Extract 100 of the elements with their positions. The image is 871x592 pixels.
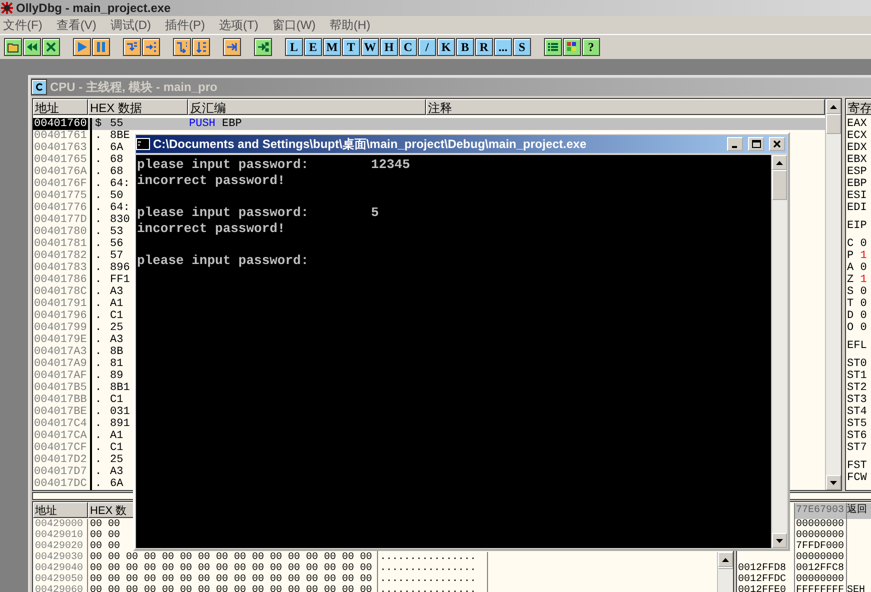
close-button[interactable] [769, 137, 785, 151]
column-header[interactable]: 反汇编 [188, 99, 426, 115]
minimize-button[interactable] [727, 137, 743, 151]
address-cell[interactable]: 004017CA [33, 430, 88, 442]
scrollbar-thumb[interactable] [826, 114, 841, 134]
address-cell[interactable]: 004017CF [33, 442, 88, 454]
toolbar-button[interactable]: C [399, 38, 417, 56]
address-cell[interactable]: 00401786 [33, 274, 88, 286]
address-cell[interactable]: 0040178C [33, 286, 88, 298]
address-cell[interactable]: 004017C4 [33, 418, 88, 430]
menu-item[interactable]: 文件(F) [3, 16, 48, 34]
scrollbar-thumb[interactable] [718, 567, 733, 569]
column-header[interactable]: 地址 [33, 99, 88, 115]
scrollbar-thumb[interactable] [772, 170, 787, 200]
column-header[interactable]: HEX 数 [88, 502, 134, 518]
menu-item[interactable]: 插件(P) [165, 16, 211, 34]
address-cell[interactable]: 004017AF [33, 370, 88, 382]
toolbar-button[interactable]: W [361, 38, 379, 56]
toolbar-button[interactable] [42, 38, 60, 56]
toolbar-button[interactable]: L [285, 38, 303, 56]
toolbar-button[interactable]: K [437, 38, 455, 56]
address-cell[interactable]: 0040176F [33, 178, 88, 190]
hex-text: 830 [110, 214, 130, 226]
toolbar-button[interactable] [4, 38, 22, 56]
toolbar-button[interactable] [563, 38, 581, 56]
hex-text: 25 [110, 322, 124, 334]
toolbar-button[interactable] [544, 38, 562, 56]
address-cell[interactable]: 004017A3 [33, 346, 88, 358]
address-cell[interactable]: 0040177D [33, 214, 88, 226]
address-cell[interactable]: 00401780 [33, 226, 88, 238]
trace-icon [195, 41, 207, 53]
maximize-button[interactable] [748, 137, 764, 151]
address-cell[interactable]: 004017D7 [33, 466, 88, 478]
menu-item[interactable]: 查看(V) [56, 16, 102, 34]
address-cell[interactable]: 00401782 [33, 250, 88, 262]
toolbar-button[interactable]: M [323, 38, 341, 56]
scrollbar[interactable] [771, 155, 787, 548]
address-cell[interactable]: 00401781 [33, 238, 88, 250]
address-cell[interactable]: 00401763 [33, 142, 88, 154]
toolbar-button[interactable] [223, 38, 241, 56]
comment-cell: 返回 [847, 505, 867, 516]
toolbar-button[interactable] [73, 38, 91, 56]
address-cell[interactable]: 00401761 [33, 130, 88, 142]
address-cell[interactable]: 00401776 [33, 202, 88, 214]
address-cell[interactable]: 00401783 [33, 262, 88, 274]
toolbar-button[interactable]: T [342, 38, 360, 56]
ascii-cell: ................ [378, 563, 488, 574]
toolbar-button[interactable] [92, 38, 110, 56]
menu-item[interactable]: 窗口(W) [272, 16, 322, 34]
toolbar-button[interactable]: E [304, 38, 322, 56]
marker-text: . [90, 418, 110, 430]
ascii-cell: ................ [378, 585, 488, 592]
toolbar-button[interactable]: ... [494, 38, 512, 56]
window-title: OllyDbg - main_project.exe [16, 1, 171, 15]
address-cell[interactable]: 00401775 [33, 190, 88, 202]
address-cell[interactable]: 004017D2 [33, 454, 88, 466]
menu-item[interactable]: 帮助(H) [330, 16, 376, 34]
address-cell[interactable]: 004017B5 [33, 382, 88, 394]
console-text: please input password: [137, 253, 310, 269]
console-text: please input password: [137, 157, 310, 173]
toolbar-button[interactable] [192, 38, 210, 56]
toolbar-button[interactable]: / [418, 38, 436, 56]
menu-item[interactable]: 选项(T) [219, 16, 264, 34]
marker-text: . [90, 226, 110, 238]
toolbar-button[interactable]: R [475, 38, 493, 56]
address-cell[interactable]: 00401765 [33, 154, 88, 166]
ascii-cell: ................ [378, 552, 488, 563]
column-header[interactable]: HEX 数据 [88, 99, 188, 115]
toolbar-button[interactable]: S [513, 38, 531, 56]
toolbar-button[interactable]: H [380, 38, 398, 56]
toolbar-button[interactable] [123, 38, 141, 56]
toolbar-button[interactable] [142, 38, 160, 56]
address-cell[interactable]: 004017BE [33, 406, 88, 418]
address-cell[interactable]: 00401791 [33, 298, 88, 310]
column-header[interactable]: 地址 [33, 502, 88, 518]
cpu-icon [31, 79, 47, 95]
typed-text: 5 [371, 205, 379, 220]
address-cell[interactable]: 00401760 [33, 118, 88, 130]
column-header[interactable]: 注释 [426, 99, 825, 115]
address-cell[interactable]: 004017A9 [33, 358, 88, 370]
address-cell[interactable]: 0040176A [33, 166, 88, 178]
value-cell: 7FFDF000 [795, 541, 847, 552]
toolbar-button[interactable]: ? [582, 38, 600, 56]
maximize-icon [752, 140, 760, 148]
address-cell[interactable]: 00401796 [33, 310, 88, 322]
address-cell[interactable]: 00401799 [33, 322, 88, 334]
toolbar-button[interactable] [173, 38, 191, 56]
hex-text: A3 [110, 466, 124, 478]
marker-text: . [90, 358, 110, 370]
register-name: EFL [846, 340, 868, 352]
close-icon [773, 140, 781, 148]
scrollbar[interactable] [825, 99, 841, 490]
toolbar-button[interactable]: B [456, 38, 474, 56]
address-cell[interactable]: 004017BB [33, 394, 88, 406]
address-cell[interactable]: 004017DC [33, 478, 88, 490]
toolbar-button[interactable] [23, 38, 41, 56]
register-name: ECX [846, 130, 868, 142]
address-cell[interactable]: 0040179E [33, 334, 88, 346]
menu-item[interactable]: 调试(D) [110, 16, 157, 34]
toolbar-button[interactable] [254, 38, 272, 56]
